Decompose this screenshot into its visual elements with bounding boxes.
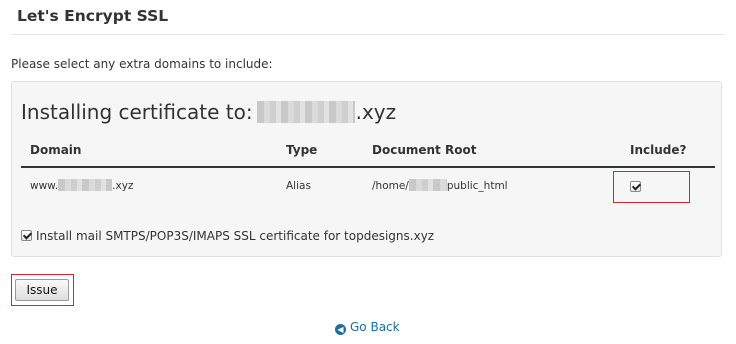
certificate-panel: Installing certificate to: .xyz Domain Ty… xyxy=(11,81,722,257)
page-title: Let's Encrypt SSL xyxy=(17,7,169,25)
circle-arrow-left-icon: ◀ xyxy=(335,324,346,335)
column-header-type: Type xyxy=(286,143,318,157)
redacted-subdomain xyxy=(58,179,113,191)
title-divider xyxy=(11,34,724,35)
install-heading: Installing certificate to: .xyz xyxy=(21,100,396,125)
mail-ssl-option[interactable]: Install mail SMTPS/POP3S/IMAPS SSL certi… xyxy=(21,229,434,243)
row-domain-cell: www. .xyz xyxy=(30,179,134,192)
row-docroot-suffix: public_html xyxy=(446,180,508,192)
mail-ssl-checkbox[interactable] xyxy=(21,230,32,241)
redacted-username xyxy=(408,179,447,191)
install-heading-suffix: .xyz xyxy=(355,100,397,124)
go-back-link[interactable]: ◀ Go Back xyxy=(335,320,400,335)
instructions-text: Please select any extra domains to inclu… xyxy=(11,57,273,71)
mail-ssl-label: Install mail SMTPS/POP3S/IMAPS SSL certi… xyxy=(36,229,435,243)
row-docroot-cell: /home/public_html xyxy=(372,179,508,192)
table-header-divider xyxy=(21,166,715,168)
column-header-document-root: Document Root xyxy=(372,143,477,157)
column-header-domain: Domain xyxy=(30,143,82,157)
column-header-include: Include? xyxy=(630,143,687,157)
issue-button[interactable]: Issue xyxy=(15,279,69,301)
row-docroot-prefix: /home/ xyxy=(372,180,409,192)
row-type-cell: Alias xyxy=(286,180,311,192)
install-heading-prefix: Installing certificate to: xyxy=(21,100,253,124)
include-checkbox[interactable] xyxy=(630,181,641,192)
redacted-domain xyxy=(256,100,355,123)
lets-encrypt-page: Let's Encrypt SSL Please select any extr… xyxy=(0,0,736,344)
go-back-label: Go Back xyxy=(350,320,400,334)
row-domain-suffix: .xyz xyxy=(112,180,134,192)
include-highlight-box xyxy=(613,171,690,203)
row-domain-prefix: www. xyxy=(30,180,59,192)
